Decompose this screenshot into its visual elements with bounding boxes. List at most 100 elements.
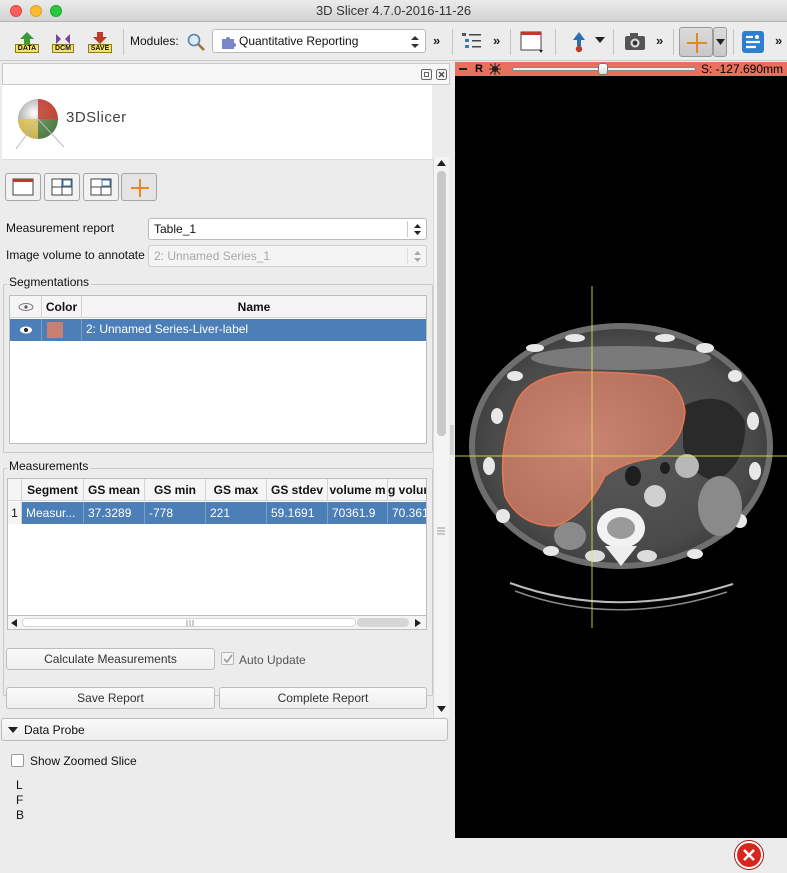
scroll-left-icon[interactable] bbox=[11, 619, 17, 627]
auto-update-checkbox[interactable] bbox=[221, 652, 234, 665]
camera-icon[interactable] bbox=[624, 31, 646, 53]
scrollbar-thumb[interactable] bbox=[437, 171, 446, 436]
gs-mean-header[interactable]: GS mean bbox=[84, 479, 145, 501]
undock-icon[interactable] bbox=[421, 69, 432, 80]
measurements-table[interactable]: Segment GS mean GS min GS max GS stdev v… bbox=[7, 478, 445, 630]
measurement-report-label: Measurement report bbox=[6, 221, 115, 235]
volume-mm-header[interactable]: volume m bbox=[328, 479, 388, 501]
dicom-icon bbox=[56, 33, 70, 44]
slider-handle[interactable] bbox=[598, 63, 609, 75]
load-dicom-button[interactable]: DCM bbox=[48, 28, 78, 56]
segmentations-title: Segmentations bbox=[7, 275, 92, 289]
link-icon[interactable] bbox=[488, 63, 502, 75]
crosshair-icon bbox=[131, 179, 149, 197]
panel-splitter[interactable] bbox=[450, 425, 454, 455]
show-zoomed-slice-checkbox[interactable] bbox=[11, 754, 24, 767]
zoom-window-button[interactable] bbox=[50, 5, 62, 17]
crosshair-icon bbox=[687, 33, 707, 53]
chevron-down-icon[interactable] bbox=[595, 37, 605, 45]
close-icon[interactable] bbox=[436, 69, 447, 80]
updown-icon bbox=[414, 251, 421, 262]
layout-icon[interactable] bbox=[519, 30, 545, 54]
image-volume-select[interactable]: 2: Unnamed Series_1 bbox=[148, 245, 427, 267]
data-probe-header[interactable]: Data Probe bbox=[1, 718, 448, 741]
probe-line-b: B bbox=[16, 808, 25, 822]
scroll-up-icon[interactable] bbox=[437, 160, 446, 167]
hscroll-thumb[interactable] bbox=[22, 618, 356, 627]
updown-icon bbox=[411, 36, 419, 48]
error-log-button[interactable] bbox=[735, 841, 763, 869]
chevron-down-icon bbox=[716, 39, 725, 45]
auto-update-label: Auto Update bbox=[239, 653, 306, 667]
resize-grip-icon[interactable] bbox=[437, 526, 445, 536]
volume-mm-cell: 70361.9 bbox=[328, 502, 388, 524]
scroll-right-icon[interactable] bbox=[415, 619, 421, 627]
minimize-window-button[interactable] bbox=[30, 5, 42, 17]
calculate-measurements-button[interactable]: Calculate Measurements bbox=[6, 648, 215, 670]
volume-cc-cell: 70.361 bbox=[392, 506, 426, 520]
module-panel-dock-header bbox=[2, 63, 450, 85]
module-panel: 3DSlicer Measurement report Table_1 Imag bbox=[0, 62, 452, 873]
visibility-cell[interactable] bbox=[10, 319, 42, 341]
row-index[interactable]: 1 bbox=[8, 502, 22, 524]
layout-grid-button[interactable] bbox=[44, 173, 80, 201]
down-arrow-icon bbox=[93, 31, 107, 44]
toolbar-more-4[interactable]: » bbox=[775, 33, 782, 48]
layout-three-over-button[interactable] bbox=[83, 173, 119, 201]
data-probe-title: Data Probe bbox=[24, 723, 85, 737]
red-slice-view[interactable]: R S: -127.690mm bbox=[455, 62, 787, 838]
table-row[interactable]: 2: Unnamed Series-Liver-label bbox=[10, 319, 426, 341]
name-header[interactable]: Name bbox=[82, 296, 426, 318]
search-icon[interactable] bbox=[186, 32, 206, 52]
complete-report-button[interactable]: Complete Report bbox=[219, 687, 427, 709]
visibility-header[interactable] bbox=[10, 296, 42, 318]
table-row[interactable]: Measur... 37.3289 -778 221 59.1691 70361… bbox=[22, 502, 426, 524]
extension-manager-icon[interactable] bbox=[741, 30, 765, 54]
slice-offset-slider[interactable] bbox=[512, 63, 696, 75]
layout-one-up-button[interactable] bbox=[5, 173, 41, 201]
pin-icon[interactable] bbox=[458, 64, 468, 74]
toolbar-more-2[interactable]: » bbox=[493, 33, 500, 48]
measurement-report-select[interactable]: Table_1 bbox=[148, 218, 427, 240]
segmentations-table[interactable]: Color Name 2: Unnamed Series-Liver-label bbox=[9, 295, 427, 444]
corner-header bbox=[8, 479, 22, 501]
scroll-down-icon[interactable] bbox=[437, 706, 446, 713]
slice-controller-bar: R S: -127.690mm bbox=[455, 62, 787, 76]
segment-header[interactable]: Segment bbox=[22, 479, 84, 501]
color-header[interactable]: Color bbox=[42, 296, 82, 318]
toolbar-more-3[interactable]: » bbox=[656, 33, 663, 48]
crosshair-menu-button[interactable] bbox=[713, 27, 727, 57]
gs-stdev-header[interactable]: GS stdev bbox=[267, 479, 328, 501]
measurements-hscrollbar[interactable] bbox=[7, 615, 427, 630]
toolbar-more-1[interactable]: » bbox=[433, 33, 440, 48]
slicer-logo-icon bbox=[15, 99, 65, 150]
panel-scrollbar[interactable] bbox=[433, 157, 449, 717]
slice-view-label: R bbox=[475, 63, 483, 75]
updown-icon bbox=[414, 224, 421, 235]
window-title: 3D Slicer 4.7.0-2016-11-26 bbox=[315, 3, 472, 18]
crosshair-toggle-button[interactable] bbox=[679, 27, 713, 57]
mouse-mode-icon[interactable] bbox=[569, 30, 589, 54]
segmentations-header: Color Name bbox=[10, 296, 426, 318]
crosshair-layout-button[interactable] bbox=[121, 173, 157, 201]
logo-area: 3DSlicer bbox=[2, 85, 432, 160]
gs-min-header[interactable]: GS min bbox=[145, 479, 206, 501]
grip-icon bbox=[186, 620, 194, 626]
gs-max-header[interactable]: GS max bbox=[206, 479, 267, 501]
data-tree-icon[interactable] bbox=[461, 31, 483, 53]
slice-offset-value: S: -127.690mm bbox=[700, 62, 783, 76]
module-selector[interactable]: Quantitative Reporting bbox=[212, 29, 426, 53]
save-data-button[interactable]: SAVE bbox=[85, 28, 115, 56]
close-window-button[interactable] bbox=[10, 5, 22, 17]
measurements-header: Segment GS mean GS min GS max GS stdev v… bbox=[8, 479, 426, 501]
volume-cc-header[interactable]: ɡ volur bbox=[388, 479, 426, 501]
show-zoomed-slice-label: Show Zoomed Slice bbox=[30, 754, 137, 768]
slicer-logo-text: 3DSlicer bbox=[66, 109, 127, 126]
load-data-button[interactable]: DATA bbox=[12, 28, 42, 56]
color-swatch[interactable] bbox=[47, 322, 63, 338]
color-cell[interactable] bbox=[42, 319, 82, 341]
save-report-button[interactable]: Save Report bbox=[6, 687, 215, 709]
gs-min-cell: -778 bbox=[145, 502, 206, 524]
gs-max-cell: 221 bbox=[206, 502, 267, 524]
collapse-arrow-icon bbox=[8, 727, 18, 733]
